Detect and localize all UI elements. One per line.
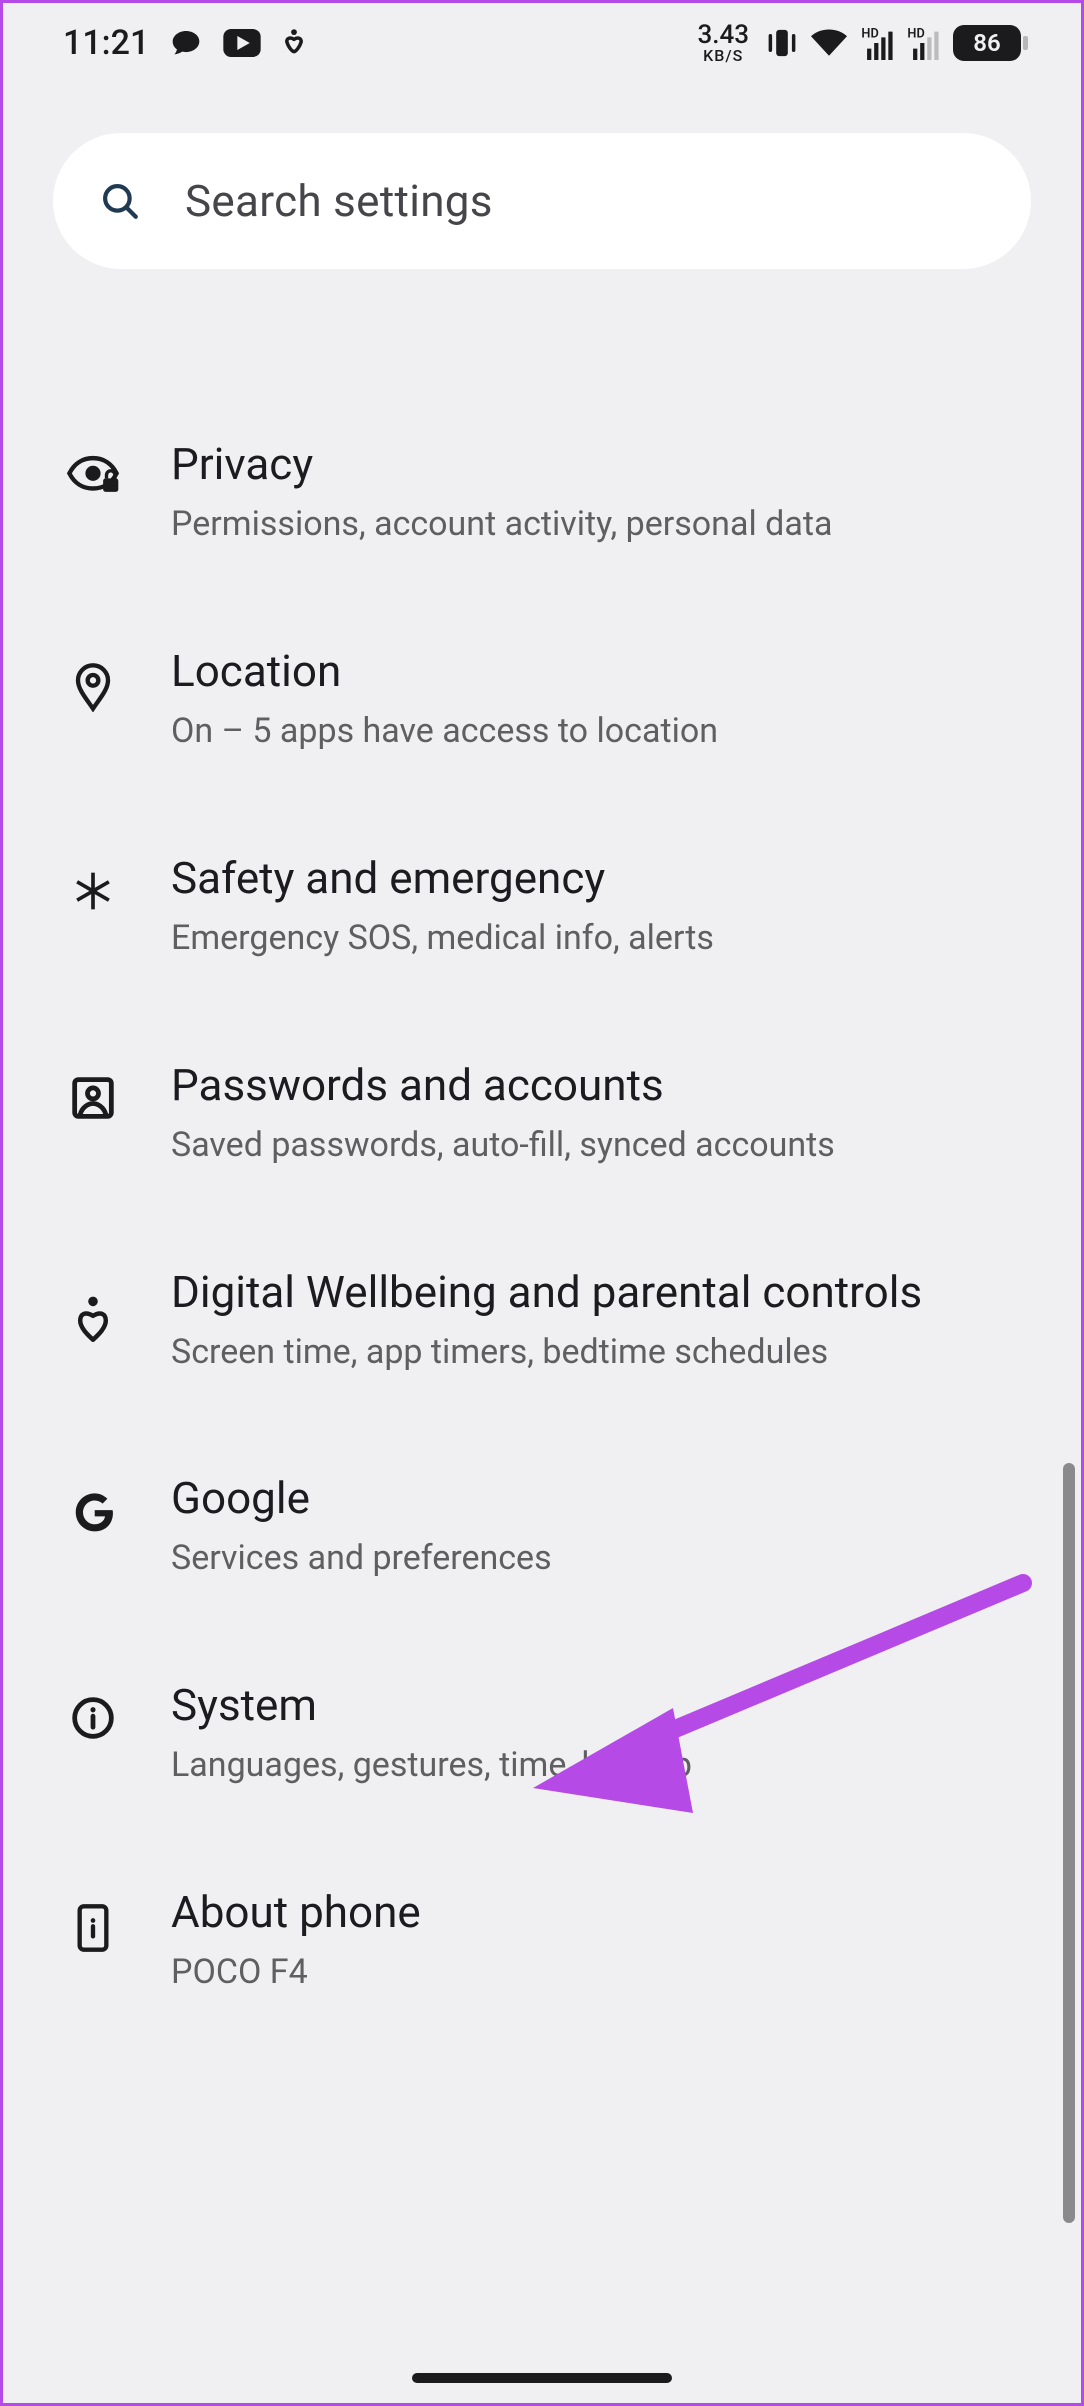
settings-item-location[interactable]: Location On – 5 apps have access to loca… — [3, 596, 1081, 803]
settings-item-subtitle: Permissions, account activity, personal … — [171, 502, 1021, 548]
settings-item-title: Privacy — [171, 437, 1021, 492]
svg-text:HD: HD — [907, 26, 924, 41]
settings-item-wellbeing[interactable]: Digital Wellbeing and parental controls … — [3, 1217, 1081, 1424]
settings-item-google[interactable]: Google Services and preferences — [3, 1423, 1081, 1630]
wellbeing-icon — [73, 1295, 113, 1343]
settings-item-title: Safety and emergency — [171, 851, 1021, 906]
search-icon — [99, 180, 141, 222]
settings-item-privacy[interactable]: Privacy Permissions, account activity, p… — [3, 389, 1081, 596]
settings-item-subtitle: POCO F4 — [171, 1950, 1021, 1996]
settings-list: Privacy Permissions, account activity, p… — [3, 269, 1081, 2044]
signal-sim2-icon: HD — [907, 26, 939, 60]
info-icon — [71, 1696, 115, 1740]
status-clock: 11:21 — [63, 23, 149, 63]
settings-item-title: Passwords and accounts — [171, 1058, 1021, 1113]
status-bar: 11:21 3.43 KB/S HD HD 86 — [3, 3, 1081, 83]
battery-indicator: 86 — [953, 25, 1021, 61]
settings-item-title: About phone — [171, 1885, 1021, 1940]
settings-item-passwords[interactable]: Passwords and accounts Saved passwords, … — [3, 1010, 1081, 1217]
settings-item-subtitle: On – 5 apps have access to location — [171, 709, 1021, 755]
settings-item-about[interactable]: About phone POCO F4 — [3, 1837, 1081, 2044]
settings-item-safety[interactable]: Safety and emergency Emergency SOS, medi… — [3, 803, 1081, 1010]
settings-item-subtitle: Screen time, app timers, bedtime schedul… — [171, 1330, 1021, 1376]
account-box-icon — [71, 1076, 115, 1120]
settings-item-title: Digital Wellbeing and parental controls — [171, 1265, 1021, 1320]
vibrate-icon — [767, 27, 797, 59]
signal-sim1-icon: HD — [861, 26, 893, 60]
google-g-icon — [70, 1489, 116, 1535]
settings-item-title: System — [171, 1678, 1021, 1733]
wellbeing-mini-icon — [281, 27, 307, 59]
network-speed: 3.43 KB/S — [697, 22, 749, 64]
phone-info-icon — [75, 1903, 111, 1953]
settings-item-system[interactable]: System Languages, gestures, time, backup — [3, 1630, 1081, 1837]
settings-item-subtitle: Saved passwords, auto-fill, synced accou… — [171, 1123, 1021, 1169]
settings-item-title: Google — [171, 1471, 1021, 1526]
privacy-icon — [66, 455, 120, 495]
settings-item-subtitle: Services and preferences — [171, 1536, 1021, 1582]
settings-item-subtitle: Languages, gestures, time, backup — [171, 1743, 1021, 1789]
youtube-icon — [223, 29, 261, 57]
wifi-icon — [811, 29, 847, 57]
scrollbar-thumb[interactable] — [1063, 1463, 1075, 2223]
settings-item-title: Location — [171, 644, 1021, 699]
location-icon — [73, 662, 113, 712]
settings-item-subtitle: Emergency SOS, medical info, alerts — [171, 916, 1021, 962]
svg-text:HD: HD — [861, 26, 878, 41]
chat-icon — [169, 27, 203, 59]
gesture-nav-bar[interactable] — [412, 2373, 672, 2383]
search-placeholder: Search settings — [185, 175, 493, 227]
search-settings[interactable]: Search settings — [53, 133, 1031, 269]
asterisk-icon — [71, 869, 115, 913]
